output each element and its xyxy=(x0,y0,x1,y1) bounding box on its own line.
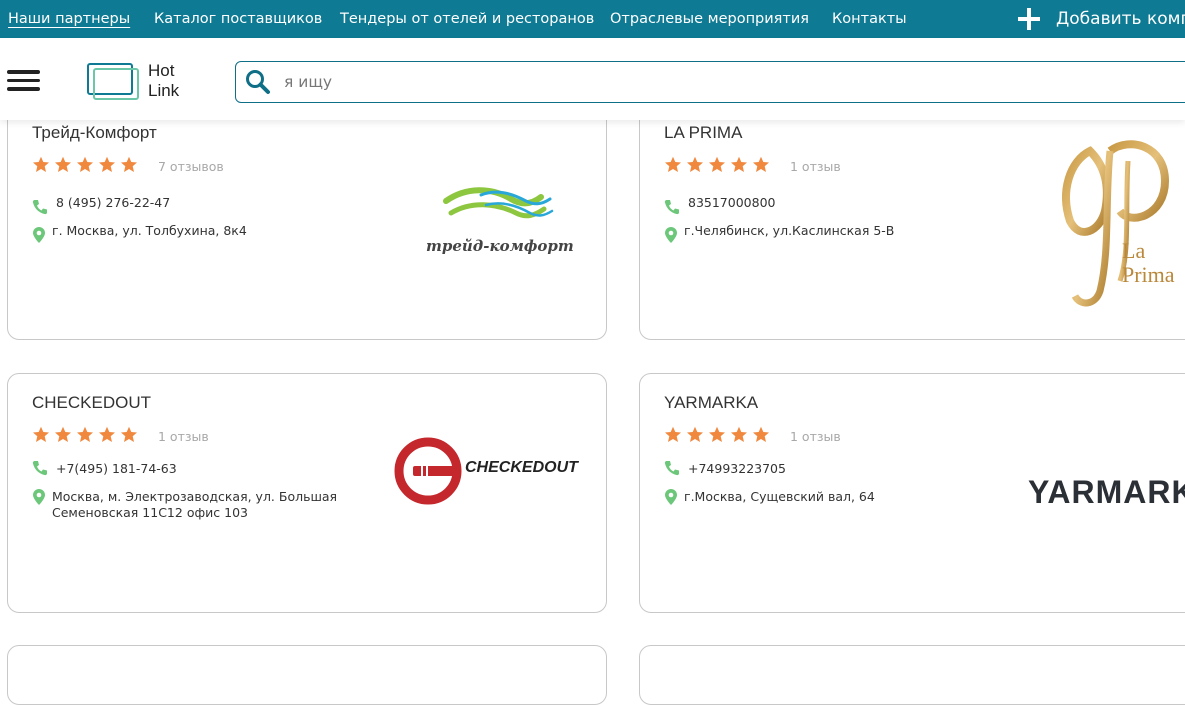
hotlink-logo-icon xyxy=(87,63,139,100)
star-icon xyxy=(77,156,93,172)
star-icon xyxy=(665,156,681,172)
star-icon xyxy=(665,426,681,442)
star-icon xyxy=(55,156,71,172)
star-icon xyxy=(753,156,769,172)
logo-text-link: Link xyxy=(148,81,180,100)
company-card[interactable]: LA PRIMA 1 отзыв 83517000800 г.Челябинск… xyxy=(639,100,1185,340)
company-logo[interactable]: YARMARKA xyxy=(1028,474,1185,514)
company-logo-text: CHECKEDOUT xyxy=(465,459,578,476)
star-icon xyxy=(753,426,769,442)
nav-link-supplier-catalog[interactable]: Каталог поставщиков xyxy=(154,0,322,38)
phone-icon xyxy=(32,461,47,476)
search-input[interactable] xyxy=(284,68,1144,96)
hotlink-logo[interactable]: Hot Link xyxy=(86,61,196,102)
star-icon xyxy=(687,426,703,442)
company-name[interactable]: YARMARKA xyxy=(664,393,758,413)
star-icon xyxy=(99,156,115,172)
location-pin-icon xyxy=(665,489,677,505)
logo-text-hot: Hot xyxy=(148,61,175,80)
plus-icon xyxy=(1018,0,1042,41)
nav-link-contacts[interactable]: Контакты xyxy=(832,0,907,38)
location-pin-icon xyxy=(665,227,677,243)
add-company-button[interactable]: Добавить компанию xyxy=(1018,0,1185,38)
rating-stars xyxy=(32,156,142,176)
company-address: Москва, м. Электрозаводская, ул. Большая… xyxy=(52,489,338,520)
company-address: г.Москва, Сущевский вал, 64 xyxy=(684,489,875,504)
company-card[interactable]: CHECKEDOUT 1 отзыв +7(495) 181-74-63 Мос… xyxy=(7,373,607,613)
star-icon xyxy=(77,426,93,442)
search-box xyxy=(235,61,1185,103)
company-name[interactable]: Трейд-Комфорт xyxy=(32,123,157,143)
company-address: г.Челябинск, ул.Каслинская 5-В xyxy=(684,223,895,238)
star-icon xyxy=(55,426,71,442)
company-card[interactable]: Трейд-Комфорт 7 отзывов 8 (495) 276-22-4… xyxy=(7,100,607,340)
star-icon xyxy=(121,156,137,172)
location-pin-icon xyxy=(33,227,45,243)
company-card[interactable]: YARMARKA 1 отзыв +74993223705 г.Москва, … xyxy=(639,373,1185,613)
company-logo[interactable]: трейд-комфорт xyxy=(426,183,574,263)
reviews-count[interactable]: 1 отзыв xyxy=(790,159,841,174)
rating-stars xyxy=(32,426,142,446)
rating-stars xyxy=(664,426,774,446)
company-logo-text: YARMARKA xyxy=(1028,474,1185,510)
top-navigation: Наши партнеры Каталог поставщиков Тендер… xyxy=(0,0,1185,38)
company-phone[interactable]: 83517000800 xyxy=(688,195,775,210)
star-icon xyxy=(33,426,49,442)
site-header: Hot Link xyxy=(0,38,1185,120)
company-name[interactable]: CHECKEDOUT xyxy=(32,393,151,413)
star-icon xyxy=(99,426,115,442)
star-icon xyxy=(709,426,725,442)
company-phone[interactable]: +74993223705 xyxy=(688,461,786,476)
company-logo-text: трейд-комфорт xyxy=(426,237,574,255)
nav-link-partners[interactable]: Наши партнеры xyxy=(8,0,130,38)
company-logo-text: La Prima xyxy=(1122,238,1175,287)
rating-stars xyxy=(664,156,774,176)
company-phone[interactable]: +7(495) 181-74-63 xyxy=(56,461,177,476)
reviews-count[interactable]: 7 отзывов xyxy=(158,159,224,174)
star-icon xyxy=(33,156,49,172)
nav-link-tenders[interactable]: Тендеры от отелей и ресторанов xyxy=(340,0,594,38)
star-icon xyxy=(731,156,747,172)
star-icon xyxy=(687,156,703,172)
search-icon[interactable] xyxy=(245,69,271,95)
phone-icon xyxy=(664,200,679,215)
add-company-label: Добавить компанию xyxy=(1056,9,1185,29)
company-logo[interactable]: La Prima xyxy=(1050,131,1185,311)
company-logo[interactable]: CHECKEDOUT xyxy=(393,436,588,506)
phone-icon xyxy=(32,200,47,215)
star-icon xyxy=(731,426,747,442)
company-phone[interactable]: 8 (495) 276-22-47 xyxy=(56,195,170,210)
hamburger-icon[interactable] xyxy=(7,70,40,94)
company-address: г. Москва, ул. Толбухина, 8к4 xyxy=(52,223,247,238)
company-card[interactable] xyxy=(7,645,607,705)
star-icon xyxy=(709,156,725,172)
phone-icon xyxy=(664,461,679,476)
star-icon xyxy=(121,426,137,442)
reviews-count[interactable]: 1 отзыв xyxy=(158,429,209,444)
reviews-count[interactable]: 1 отзыв xyxy=(790,429,841,444)
company-card[interactable] xyxy=(639,645,1185,705)
nav-link-events[interactable]: Отраслевые мероприятия xyxy=(610,0,809,38)
location-pin-icon xyxy=(33,489,45,505)
company-name[interactable]: LA PRIMA xyxy=(664,123,742,143)
